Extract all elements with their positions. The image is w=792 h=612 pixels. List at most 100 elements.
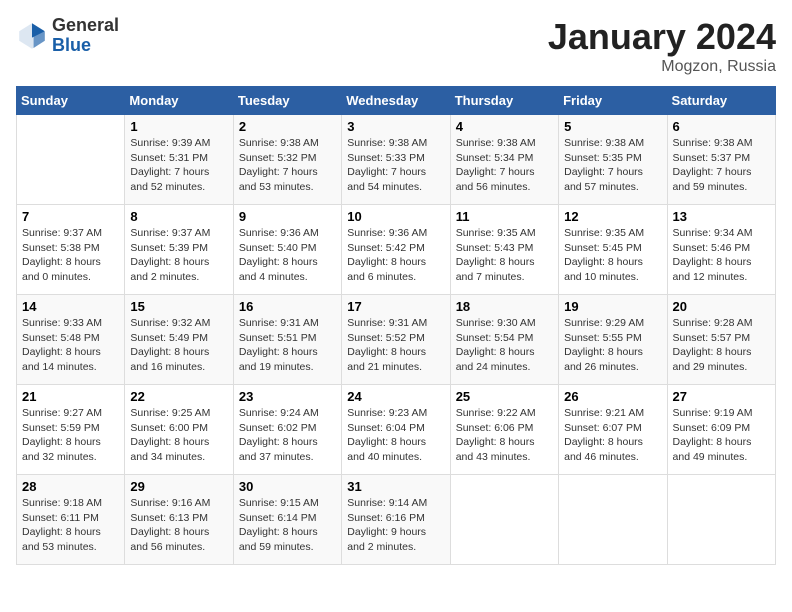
day-number: 11 — [456, 209, 553, 224]
calendar-week-row: 14 Sunrise: 9:33 AM Sunset: 5:48 PM Dayli… — [17, 295, 776, 385]
calendar-cell: 10Sunrise: 9:36 AM Sunset: 5:42 PM Dayli… — [342, 205, 450, 295]
day-info: Sunrise: 9:34 AM Sunset: 5:46 PM Dayligh… — [673, 226, 770, 285]
calendar-cell: 30 Sunrise: 9:15 AM Sunset: 6:14 PM Dayli… — [233, 475, 341, 565]
day-info: Sunrise: 9:19 AM Sunset: 6:09 PM Dayligh… — [673, 406, 770, 465]
header: General Blue January 2024 Mogzon, Russia — [16, 16, 776, 76]
day-number: 15 — [130, 299, 227, 314]
title-section: January 2024 Mogzon, Russia — [548, 16, 776, 76]
calendar-cell: 4Sunrise: 9:38 AM Sunset: 5:34 PM Daylig… — [450, 115, 558, 205]
weekday-header: Friday — [559, 87, 667, 115]
day-number: 13 — [673, 209, 770, 224]
day-info: Sunrise: 9:38 AM Sunset: 5:33 PM Dayligh… — [347, 136, 444, 195]
day-info: Sunrise: 9:24 AM Sunset: 6:02 PM Dayligh… — [239, 406, 336, 465]
logo-blue-text: Blue — [52, 36, 119, 56]
calendar-cell: 9 Sunrise: 9:36 AM Sunset: 5:40 PM Daylig… — [233, 205, 341, 295]
calendar-cell: 2 Sunrise: 9:38 AM Sunset: 5:32 PM Daylig… — [233, 115, 341, 205]
day-info: Sunrise: 9:30 AM Sunset: 5:54 PM Dayligh… — [456, 316, 553, 375]
calendar-cell: 14 Sunrise: 9:33 AM Sunset: 5:48 PM Dayli… — [17, 295, 125, 385]
day-number: 30 — [239, 479, 336, 494]
calendar-cell — [667, 475, 775, 565]
calendar-cell — [17, 115, 125, 205]
day-number: 3 — [347, 119, 444, 134]
calendar-week-row: 7 Sunrise: 9:37 AM Sunset: 5:38 PM Daylig… — [17, 205, 776, 295]
calendar-cell: 31 Sunrise: 9:14 AM Sunset: 6:16 PM Dayli… — [342, 475, 450, 565]
logo-text: General Blue — [52, 16, 119, 56]
day-info: Sunrise: 9:14 AM Sunset: 6:16 PM Dayligh… — [347, 496, 444, 555]
day-info: Sunrise: 9:36 AM Sunset: 5:40 PM Dayligh… — [239, 226, 336, 285]
calendar-cell: 18 Sunrise: 9:30 AM Sunset: 5:54 PM Dayli… — [450, 295, 558, 385]
calendar-cell: 12Sunrise: 9:35 AM Sunset: 5:45 PM Dayli… — [559, 205, 667, 295]
day-number: 21 — [22, 389, 119, 404]
day-info: Sunrise: 9:16 AM Sunset: 6:13 PM Dayligh… — [130, 496, 227, 555]
logo-general-text: General — [52, 16, 119, 36]
calendar-cell — [559, 475, 667, 565]
calendar-cell: 1Sunrise: 9:39 AM Sunset: 5:31 PM Daylig… — [125, 115, 233, 205]
calendar-table: SundayMondayTuesdayWednesdayThursdayFrid… — [16, 86, 776, 565]
day-info: Sunrise: 9:38 AM Sunset: 5:35 PM Dayligh… — [564, 136, 661, 195]
calendar-cell: 23 Sunrise: 9:24 AM Sunset: 6:02 PM Dayli… — [233, 385, 341, 475]
day-info: Sunrise: 9:15 AM Sunset: 6:14 PM Dayligh… — [239, 496, 336, 555]
calendar-cell: 3 Sunrise: 9:38 AM Sunset: 5:33 PM Daylig… — [342, 115, 450, 205]
calendar-week-row: 21Sunrise: 9:27 AM Sunset: 5:59 PM Dayli… — [17, 385, 776, 475]
day-number: 23 — [239, 389, 336, 404]
day-number: 12 — [564, 209, 661, 224]
day-number: 20 — [673, 299, 770, 314]
day-number: 2 — [239, 119, 336, 134]
day-number: 7 — [22, 209, 119, 224]
day-number: 17 — [347, 299, 444, 314]
day-info: Sunrise: 9:35 AM Sunset: 5:43 PM Dayligh… — [456, 226, 553, 285]
day-number: 6 — [673, 119, 770, 134]
calendar-cell — [450, 475, 558, 565]
day-number: 26 — [564, 389, 661, 404]
calendar-cell: 11 Sunrise: 9:35 AM Sunset: 5:43 PM Dayli… — [450, 205, 558, 295]
day-info: Sunrise: 9:36 AM Sunset: 5:42 PM Dayligh… — [347, 226, 444, 285]
calendar-week-row: 28Sunrise: 9:18 AM Sunset: 6:11 PM Dayli… — [17, 475, 776, 565]
calendar-cell: 6 Sunrise: 9:38 AM Sunset: 5:37 PM Daylig… — [667, 115, 775, 205]
calendar-cell: 8Sunrise: 9:37 AM Sunset: 5:39 PM Daylig… — [125, 205, 233, 295]
day-info: Sunrise: 9:31 AM Sunset: 5:52 PM Dayligh… — [347, 316, 444, 375]
calendar-cell: 17 Sunrise: 9:31 AM Sunset: 5:52 PM Dayli… — [342, 295, 450, 385]
calendar-cell: 5Sunrise: 9:38 AM Sunset: 5:35 PM Daylig… — [559, 115, 667, 205]
calendar-cell: 24 Sunrise: 9:23 AM Sunset: 6:04 PM Dayli… — [342, 385, 450, 475]
day-info: Sunrise: 9:21 AM Sunset: 6:07 PM Dayligh… — [564, 406, 661, 465]
calendar-cell: 15 Sunrise: 9:32 AM Sunset: 5:49 PM Dayli… — [125, 295, 233, 385]
day-info: Sunrise: 9:28 AM Sunset: 5:57 PM Dayligh… — [673, 316, 770, 375]
day-number: 4 — [456, 119, 553, 134]
location-title: Mogzon, Russia — [548, 58, 776, 76]
calendar-cell: 16Sunrise: 9:31 AM Sunset: 5:51 PM Dayli… — [233, 295, 341, 385]
day-number: 22 — [130, 389, 227, 404]
day-number: 1 — [130, 119, 227, 134]
day-number: 16 — [239, 299, 336, 314]
day-number: 24 — [347, 389, 444, 404]
calendar-cell: 28Sunrise: 9:18 AM Sunset: 6:11 PM Dayli… — [17, 475, 125, 565]
logo: General Blue — [16, 16, 119, 56]
weekday-row: SundayMondayTuesdayWednesdayThursdayFrid… — [17, 87, 776, 115]
day-number: 29 — [130, 479, 227, 494]
day-number: 9 — [239, 209, 336, 224]
day-number: 14 — [22, 299, 119, 314]
day-info: Sunrise: 9:25 AM Sunset: 6:00 PM Dayligh… — [130, 406, 227, 465]
weekday-header: Tuesday — [233, 87, 341, 115]
day-info: Sunrise: 9:37 AM Sunset: 5:38 PM Dayligh… — [22, 226, 119, 285]
day-number: 25 — [456, 389, 553, 404]
day-info: Sunrise: 9:22 AM Sunset: 6:06 PM Dayligh… — [456, 406, 553, 465]
day-info: Sunrise: 9:18 AM Sunset: 6:11 PM Dayligh… — [22, 496, 119, 555]
day-info: Sunrise: 9:32 AM Sunset: 5:49 PM Dayligh… — [130, 316, 227, 375]
day-info: Sunrise: 9:38 AM Sunset: 5:32 PM Dayligh… — [239, 136, 336, 195]
day-info: Sunrise: 9:33 AM Sunset: 5:48 PM Dayligh… — [22, 316, 119, 375]
calendar-header: SundayMondayTuesdayWednesdayThursdayFrid… — [17, 87, 776, 115]
calendar-cell: 25 Sunrise: 9:22 AM Sunset: 6:06 PM Dayli… — [450, 385, 558, 475]
calendar-cell: 29 Sunrise: 9:16 AM Sunset: 6:13 PM Dayli… — [125, 475, 233, 565]
weekday-header: Thursday — [450, 87, 558, 115]
weekday-header: Monday — [125, 87, 233, 115]
day-number: 18 — [456, 299, 553, 314]
calendar-cell: 13 Sunrise: 9:34 AM Sunset: 5:46 PM Dayli… — [667, 205, 775, 295]
weekday-header: Sunday — [17, 87, 125, 115]
logo-icon — [16, 20, 48, 52]
day-number: 27 — [673, 389, 770, 404]
calendar-cell: 19Sunrise: 9:29 AM Sunset: 5:55 PM Dayli… — [559, 295, 667, 385]
day-info: Sunrise: 9:23 AM Sunset: 6:04 PM Dayligh… — [347, 406, 444, 465]
calendar-cell: 20 Sunrise: 9:28 AM Sunset: 5:57 PM Dayli… — [667, 295, 775, 385]
day-info: Sunrise: 9:38 AM Sunset: 5:37 PM Dayligh… — [673, 136, 770, 195]
day-number: 31 — [347, 479, 444, 494]
